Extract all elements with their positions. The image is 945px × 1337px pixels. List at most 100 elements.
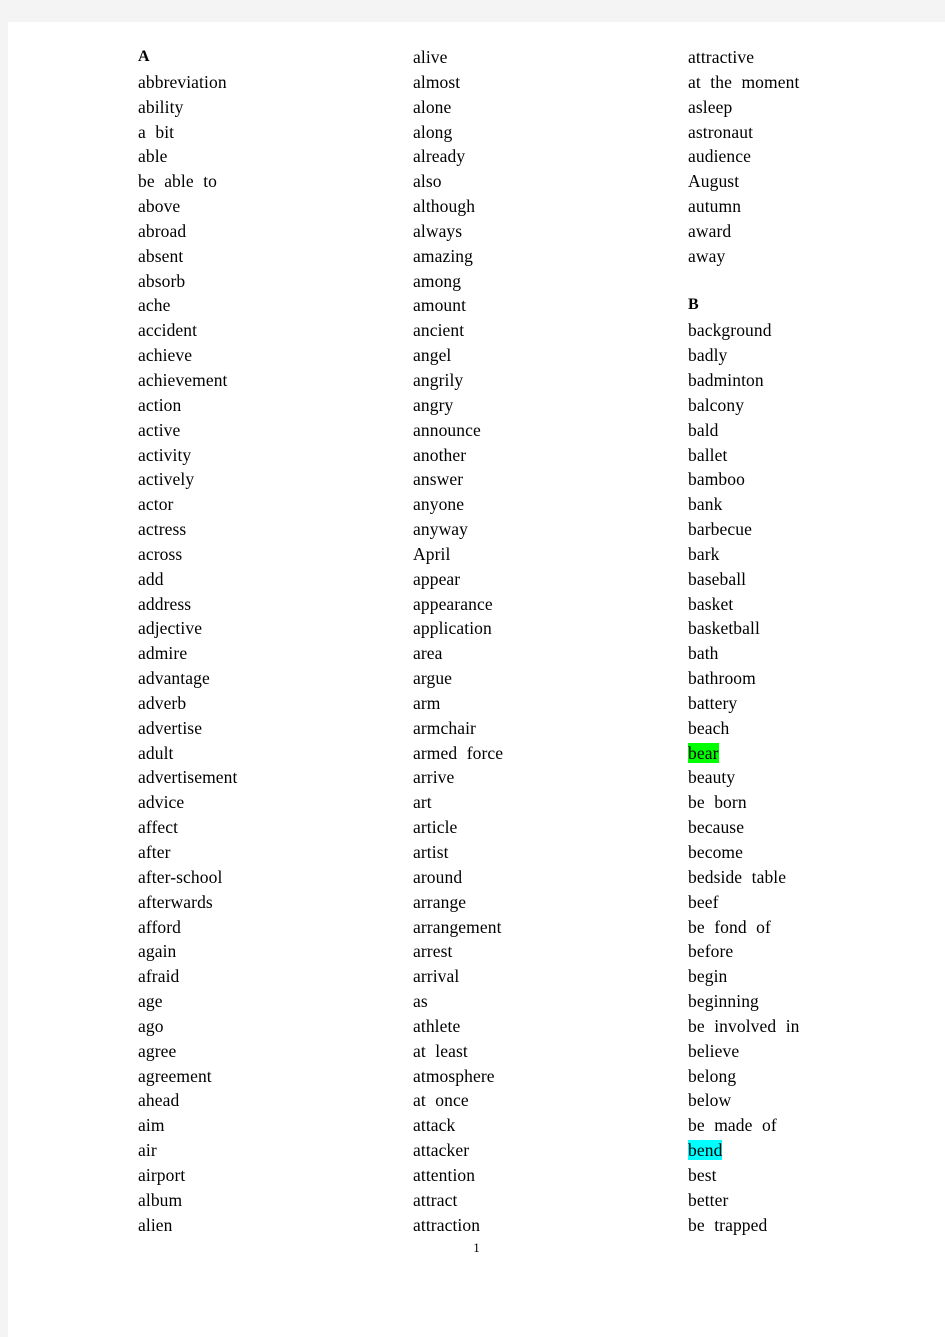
word-entry: able bbox=[138, 144, 413, 169]
word-text: ago bbox=[138, 1015, 164, 1036]
word-entry: bark bbox=[688, 542, 898, 567]
word-text: believe bbox=[688, 1040, 740, 1061]
word-text: advertisement bbox=[138, 767, 238, 788]
word-entry: below bbox=[688, 1088, 898, 1113]
word-entry: beef bbox=[688, 890, 898, 915]
word-text: bald bbox=[688, 419, 719, 440]
word-text: ballet bbox=[688, 444, 728, 465]
word-text: ability bbox=[138, 96, 184, 117]
word-entry: advertisement bbox=[138, 765, 413, 790]
word-entry: absorb bbox=[138, 269, 413, 294]
word-text: autumn bbox=[688, 196, 742, 217]
word-text: be fond of bbox=[688, 916, 771, 937]
word-text: abroad bbox=[138, 220, 187, 241]
word-entry: adjective bbox=[138, 616, 413, 641]
word-entry: affect bbox=[138, 815, 413, 840]
word-entry: be trapped bbox=[688, 1213, 898, 1238]
word-text: be born bbox=[688, 792, 747, 813]
word-text: be involved in bbox=[688, 1015, 800, 1036]
word-text: adverb bbox=[138, 692, 187, 713]
word-column-3: attractive at the moment asleep astronaut au… bbox=[688, 45, 898, 1238]
word-entry: badly bbox=[688, 343, 898, 368]
word-entry: bald bbox=[688, 418, 898, 443]
word-entry: afterwards bbox=[138, 890, 413, 915]
word-text: at once bbox=[413, 1090, 469, 1111]
word-entry: across bbox=[138, 542, 413, 567]
word-entry: battery bbox=[688, 691, 898, 716]
word-text: bank bbox=[688, 494, 723, 515]
word-text: afraid bbox=[138, 966, 180, 987]
word-entry: alien bbox=[138, 1213, 413, 1238]
word-entry: although bbox=[413, 194, 688, 219]
word-text: audience bbox=[688, 146, 751, 167]
word-entry: around bbox=[413, 865, 688, 890]
word-entry: ancient bbox=[413, 318, 688, 343]
word-text: armed force bbox=[413, 742, 504, 763]
letter-heading-label: B bbox=[688, 296, 699, 314]
word-text: April bbox=[413, 543, 451, 564]
word-column-2: alive almost alone along already also although… bbox=[413, 45, 688, 1238]
word-text: ancient bbox=[413, 320, 465, 341]
word-text: advice bbox=[138, 792, 185, 813]
word-text: activity bbox=[138, 444, 192, 465]
word-entry: beauty bbox=[688, 765, 898, 790]
word-entry: audience bbox=[688, 144, 898, 169]
word-text: actively bbox=[138, 469, 195, 490]
word-entry: arrangement bbox=[413, 915, 688, 940]
word-text: anyone bbox=[413, 494, 465, 515]
word-entry: bank bbox=[688, 492, 898, 517]
word-entry: believe bbox=[688, 1039, 898, 1064]
word-text: abbreviation bbox=[138, 71, 227, 92]
word-text: beach bbox=[688, 717, 730, 738]
word-text: bath bbox=[688, 643, 719, 664]
word-text: appearance bbox=[413, 593, 493, 614]
word-text: attractive bbox=[688, 47, 755, 67]
word-text: belong bbox=[688, 1065, 737, 1086]
letter-heading-label: A bbox=[138, 48, 150, 65]
word-entry: appear bbox=[413, 567, 688, 592]
word-text: album bbox=[138, 1189, 183, 1210]
word-entry: activity bbox=[138, 443, 413, 468]
word-text: around bbox=[413, 866, 463, 887]
word-entry: better bbox=[688, 1188, 898, 1213]
word-text: adjective bbox=[138, 618, 203, 639]
word-entry: advantage bbox=[138, 666, 413, 691]
word-entry: be able to bbox=[138, 169, 413, 194]
word-entry: background bbox=[688, 318, 898, 343]
word-text: as bbox=[413, 991, 428, 1012]
word-text: award bbox=[688, 220, 732, 241]
word-entry: bedside table bbox=[688, 865, 898, 890]
word-entry: attacker bbox=[413, 1138, 688, 1163]
word-entry: adult bbox=[138, 741, 413, 766]
word-entry: attractive bbox=[688, 45, 898, 70]
word-text: arrest bbox=[413, 941, 453, 962]
word-text: another bbox=[413, 444, 467, 465]
word-text: artist bbox=[413, 842, 449, 862]
word-entry: beach bbox=[688, 716, 898, 741]
word-text: be able to bbox=[138, 171, 218, 192]
word-entry: always bbox=[413, 219, 688, 244]
word-entry: armchair bbox=[413, 716, 688, 741]
word-entry: alone bbox=[413, 95, 688, 120]
word-entry: arrest bbox=[413, 939, 688, 964]
word-entry: bend bbox=[688, 1138, 898, 1163]
word-entry: almost bbox=[413, 70, 688, 95]
word-text: announce bbox=[413, 419, 481, 440]
word-entry: attention bbox=[413, 1163, 688, 1188]
word-entry: achieve bbox=[138, 343, 413, 368]
word-text: anyway bbox=[413, 519, 469, 540]
word-text: art bbox=[413, 792, 432, 813]
word-text: area bbox=[413, 643, 443, 664]
word-text: airport bbox=[138, 1164, 186, 1185]
word-text: bark bbox=[688, 543, 720, 564]
word-text: although bbox=[413, 196, 476, 217]
word-text: below bbox=[688, 1090, 732, 1111]
word-entry: bamboo bbox=[688, 467, 898, 492]
word-text: arrange bbox=[413, 891, 467, 912]
word-entry: accident bbox=[138, 318, 413, 343]
word-entry: adverb bbox=[138, 691, 413, 716]
word-entry: as bbox=[413, 989, 688, 1014]
word-entry: attack bbox=[413, 1113, 688, 1138]
word-text: basketball bbox=[688, 618, 760, 639]
word-text: appear bbox=[413, 568, 461, 589]
